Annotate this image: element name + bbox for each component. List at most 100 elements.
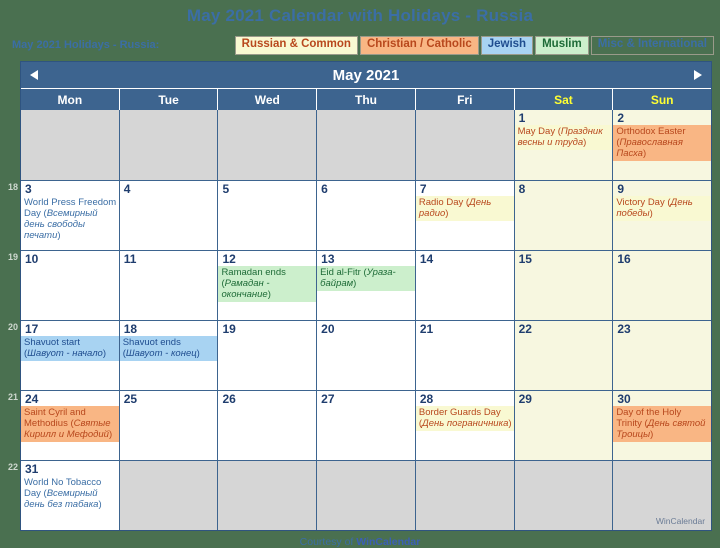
holiday-name-close: ) bbox=[108, 429, 113, 440]
holiday-name-close: ) bbox=[583, 137, 587, 148]
calendar-day-cell[interactable]: 7 Radio Day (День радио) bbox=[414, 181, 514, 250]
holiday-name-close: ) bbox=[445, 208, 449, 219]
calendar-day-cell[interactable]: 20 bbox=[316, 321, 415, 390]
day-number: 12 bbox=[222, 252, 236, 266]
calendar-day-cell[interactable]: 10 bbox=[21, 251, 119, 320]
holiday-name-close: ) bbox=[508, 418, 512, 429]
day-number: 17 bbox=[25, 322, 39, 336]
holiday-name-close: ) bbox=[98, 499, 102, 510]
page-footer: Courtesy of WinCalendar bbox=[0, 536, 720, 548]
day-number: 29 bbox=[518, 392, 532, 406]
calendar-day-cell[interactable]: 11 bbox=[118, 251, 218, 320]
calendar-cell-empty bbox=[21, 110, 119, 180]
day-number: 19 bbox=[222, 322, 236, 336]
calendar-day-cell[interactable]: 1 May Day (Праздник весны и труда) bbox=[513, 110, 613, 180]
day-number: 23 bbox=[617, 322, 631, 336]
day-number: 5 bbox=[222, 182, 230, 196]
day-number: 2 bbox=[617, 111, 624, 125]
calendar-day-cell[interactable]: 4 bbox=[118, 181, 218, 250]
calendar-day-cell[interactable]: 16 bbox=[612, 251, 712, 320]
day-of-week-mon: Mon bbox=[57, 92, 83, 107]
legend-chip[interactable]: Jewish bbox=[480, 35, 534, 55]
calendar-day-cell[interactable]: 9 Victory Day (День победы) bbox=[612, 181, 712, 250]
calendar-day-cell[interactable]: 22 bbox=[513, 321, 613, 390]
holiday-name-ru: Православная Пасха bbox=[616, 137, 683, 159]
day-number: 30 bbox=[617, 392, 631, 406]
calendar-cell-empty bbox=[118, 110, 218, 180]
calendar-day-cell[interactable]: 18 Shavuot ends (Шавуот - конец) bbox=[118, 321, 218, 390]
holiday-event[interactable]: Shavuot start (Шавуот - начало) bbox=[21, 336, 119, 361]
calendar-day-cell[interactable]: 21 bbox=[414, 321, 514, 390]
day-number: 18 bbox=[123, 322, 138, 336]
calendar-day-cell[interactable]: 30 Day of the Holy Trinity (День святой Т… bbox=[612, 391, 712, 460]
holiday-event[interactable]: Shavuot ends (Шавуот - конец) bbox=[119, 336, 218, 361]
day-number: 16 bbox=[617, 252, 631, 266]
legend-chip[interactable]: Russian & Common bbox=[234, 35, 358, 55]
legend-chip[interactable]: Misc & International bbox=[590, 35, 714, 55]
calendar-grid: 1 May Day (Праздник весны и труда) 2 Orthod… bbox=[21, 110, 712, 530]
calendar-day-cell[interactable]: 3 World Press Freedom Day (Всемирный день… bbox=[21, 181, 119, 250]
calendar-day-cell[interactable]: 2 Orthodox Easter (Православная Пасха) bbox=[612, 110, 712, 180]
week-number: 20 bbox=[7, 322, 18, 332]
holiday-name-ru: Шавуот - начало bbox=[27, 348, 103, 359]
day-number: 9 bbox=[617, 182, 624, 196]
holiday-event[interactable]: Orthodox Easter (Православная Пасха) bbox=[613, 125, 712, 161]
holiday-name-close: ) bbox=[353, 278, 357, 289]
holiday-event[interactable]: World Press Freedom Day (Всемирный день … bbox=[21, 196, 119, 243]
day-number: 15 bbox=[518, 252, 532, 266]
calendar-week-row: 1 May Day (Праздник весны и труда) 2 Orthod… bbox=[21, 110, 712, 180]
holiday-event[interactable]: Ramadan ends (Рамадан - окончание) bbox=[218, 266, 317, 302]
holiday-name-close: ) bbox=[650, 429, 654, 440]
calendar-day-cell[interactable]: 14 bbox=[414, 251, 514, 320]
calendar-day-cell[interactable]: 29 bbox=[513, 391, 613, 460]
day-number: 31 bbox=[25, 462, 39, 476]
calendar-week-row: 17 Shavuot start (Шавуот - начало) 18 Shavu… bbox=[21, 320, 712, 390]
calendar-day-cell[interactable]: 12 Ramadan ends (Рамадан - окончание) bbox=[217, 251, 317, 320]
calendar-day-cell[interactable]: 26 bbox=[217, 391, 317, 460]
month-navigation-bar: May 2021 bbox=[21, 62, 711, 88]
day-number: 26 bbox=[222, 392, 236, 406]
week-number bbox=[1, 110, 21, 180]
holiday-event[interactable]: World No Tobacco Day (Всемирный день без… bbox=[21, 476, 119, 512]
calendar-day-cell[interactable]: 23 bbox=[612, 321, 712, 390]
calendar-day-cell[interactable]: 13 Eid al-Fitr (Ураза-байрам) bbox=[316, 251, 415, 320]
footer-prefix: Courtesy of bbox=[299, 536, 357, 548]
calendar-day-cell[interactable]: 28 Border Guards Day (День пограничника) bbox=[414, 391, 514, 460]
day-number: 21 bbox=[419, 322, 434, 336]
page-banner: May 2021 Calendar with Holidays - Russia bbox=[0, 0, 720, 32]
day-number: 10 bbox=[25, 252, 39, 266]
previous-month-arrow-icon[interactable] bbox=[21, 68, 47, 82]
holiday-event[interactable]: Saint Cyril and Methodius (Святые Кирилл… bbox=[21, 406, 119, 442]
holiday-name-close: ) bbox=[642, 148, 647, 159]
calendar-day-cell[interactable]: 24 Saint Cyril and Methodius (Святые Кири… bbox=[21, 391, 119, 460]
holiday-event[interactable]: Border Guards Day (День пограничника) bbox=[415, 406, 514, 431]
calendar-day-cell[interactable]: 25 bbox=[118, 391, 218, 460]
holiday-event[interactable]: Victory Day (День победы) bbox=[613, 196, 712, 221]
holiday-event[interactable]: Radio Day (День радио) bbox=[415, 196, 514, 221]
calendar-day-cell[interactable]: 27 bbox=[316, 391, 415, 460]
calendar-day-cell[interactable]: 8 bbox=[513, 181, 613, 250]
next-month-arrow-icon[interactable] bbox=[685, 68, 711, 82]
holiday-event[interactable]: Day of the Holy Trinity (День святой Тро… bbox=[613, 406, 712, 442]
calendar-cell-empty bbox=[217, 110, 317, 180]
holiday-event[interactable]: May Day (Праздник весны и труда) bbox=[514, 125, 613, 150]
holiday-name-close: ) bbox=[196, 348, 200, 359]
legend-chip[interactable]: Muslim bbox=[535, 35, 589, 55]
day-number: 27 bbox=[321, 392, 335, 406]
calendar-day-cell[interactable]: 15 bbox=[513, 251, 613, 320]
legend-chip[interactable]: Christian / Catholic bbox=[359, 35, 479, 55]
legend-bar: May 2021 Holidays - Russia: Russian & Co… bbox=[0, 32, 720, 58]
calendar-day-cell[interactable]: 6 bbox=[316, 181, 415, 250]
day-number: 22 bbox=[518, 322, 532, 336]
calendar-day-cell[interactable]: 5 bbox=[217, 181, 317, 250]
holiday-name-close: ) bbox=[102, 348, 107, 359]
calendar-day-cell[interactable]: 19 bbox=[217, 321, 317, 390]
holiday-event[interactable]: Eid al-Fitr (Ураза-байрам) bbox=[317, 266, 415, 291]
day-number: 13 bbox=[321, 252, 335, 266]
calendar-day-cell[interactable]: 17 Shavuot start (Шавуот - начало) bbox=[21, 321, 119, 390]
calendar-week-row: 3 World Press Freedom Day (Всемирный день… bbox=[21, 180, 712, 250]
calendar-page: May 2021 Calendar with Holidays - Russia… bbox=[0, 0, 720, 548]
week-number: 18 bbox=[7, 182, 18, 192]
holiday-name-ru: Рамадан - окончание bbox=[221, 278, 270, 300]
holiday-name-en: Radio Day ( bbox=[418, 197, 470, 208]
